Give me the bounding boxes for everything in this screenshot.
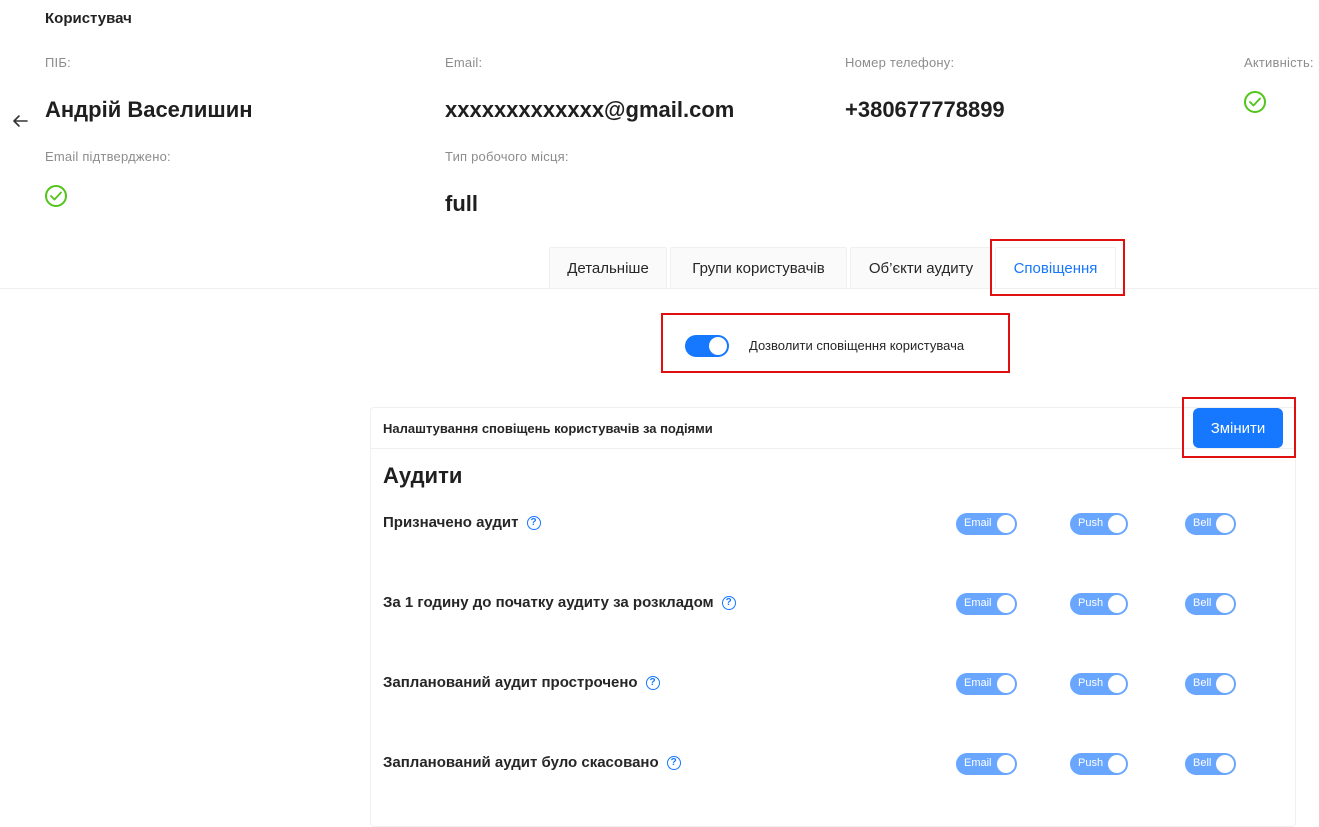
toggle-knob	[997, 595, 1015, 613]
bell-toggle[interactable]: Bell	[1185, 753, 1236, 775]
bell-toggle-label: Bell	[1193, 517, 1212, 529]
event-label-audit-overdue: Запланований аудит прострочено ?	[383, 674, 660, 691]
bell-toggle-label: Bell	[1193, 757, 1212, 769]
toggle-knob	[1108, 515, 1126, 533]
toggle-knob	[1216, 595, 1234, 613]
email-label: Email:	[445, 55, 483, 70]
event-label-text: Запланований аудит прострочено	[383, 674, 638, 691]
push-toggle-label: Push	[1078, 517, 1104, 529]
bell-toggle[interactable]: Bell	[1185, 513, 1236, 535]
workplace-label: Тип робочого місця:	[445, 149, 569, 164]
email-toggle-label: Email	[964, 757, 992, 769]
toggle-knob	[1108, 755, 1126, 773]
help-icon[interactable]: ?	[645, 675, 660, 690]
push-toggle[interactable]: Push	[1070, 513, 1128, 535]
event-label-audit-cancelled: Запланований аудит було скасовано ?	[383, 754, 681, 771]
toggle-knob	[1108, 595, 1126, 613]
user-phone: +380677778899	[845, 97, 1005, 122]
help-icon[interactable]: ?	[721, 595, 736, 610]
active-label: Активність:	[1244, 55, 1314, 70]
bell-toggle[interactable]: Bell	[1185, 673, 1236, 695]
page-title: Користувач	[45, 10, 132, 27]
email-toggle[interactable]: Email	[956, 593, 1017, 615]
bell-toggle[interactable]: Bell	[1185, 593, 1236, 615]
user-email: xxxxxxxxxxxxx@gmail.com	[445, 97, 735, 122]
card-title: Налаштування сповіщень користувачів за п…	[383, 421, 713, 436]
event-label-text: Призначено аудит	[383, 514, 519, 531]
push-toggle-label: Push	[1078, 757, 1104, 769]
toggle-knob	[997, 675, 1015, 693]
toggle-knob	[1216, 755, 1234, 773]
user-name: Андрій Васелишин	[45, 97, 253, 122]
toggle-knob	[1216, 675, 1234, 693]
tab-audit-objects[interactable]: Об’єкти аудиту	[850, 247, 992, 288]
email-toggle[interactable]: Email	[956, 513, 1017, 535]
push-toggle[interactable]: Push	[1070, 593, 1128, 615]
workplace-type: full	[445, 191, 478, 216]
help-icon[interactable]: ?	[526, 515, 541, 530]
edit-button-highlight	[1182, 397, 1296, 458]
email-toggle-label: Email	[964, 597, 992, 609]
event-label-text: За 1 годину до початку аудиту за розклад…	[383, 594, 714, 611]
tab-details[interactable]: Детальніше	[549, 247, 667, 288]
toggle-knob	[997, 755, 1015, 773]
active-check-icon	[1244, 91, 1266, 113]
notifications-tab-highlight	[990, 239, 1125, 296]
help-icon[interactable]: ?	[666, 755, 681, 770]
bell-toggle-label: Bell	[1193, 597, 1212, 609]
email-confirmed-check-icon	[45, 185, 67, 207]
email-toggle[interactable]: Email	[956, 673, 1017, 695]
back-arrow-icon[interactable]	[11, 112, 29, 130]
email-toggle-label: Email	[964, 677, 992, 689]
toggle-knob	[1108, 675, 1126, 693]
push-toggle-label: Push	[1078, 677, 1104, 689]
event-label-one-hour-before: За 1 годину до початку аудиту за розклад…	[383, 594, 736, 611]
email-toggle-label: Email	[964, 517, 992, 529]
push-toggle[interactable]: Push	[1070, 753, 1128, 775]
name-label: ПІБ:	[45, 55, 71, 70]
tab-user-groups[interactable]: Групи користувачів	[670, 247, 847, 288]
event-label-text: Запланований аудит було скасовано	[383, 754, 659, 771]
push-toggle[interactable]: Push	[1070, 673, 1128, 695]
toggle-knob	[997, 515, 1015, 533]
phone-label: Номер телефону:	[845, 55, 955, 70]
toggle-knob	[1216, 515, 1234, 533]
push-toggle-label: Push	[1078, 597, 1104, 609]
event-label-audit-assigned: Призначено аудит ?	[383, 514, 541, 531]
bell-toggle-label: Bell	[1193, 677, 1212, 689]
email-toggle[interactable]: Email	[956, 753, 1017, 775]
card-header-divider	[371, 448, 1295, 449]
section-title-audits: Аудити	[383, 463, 463, 488]
email-confirmed-label: Email підтверджено:	[45, 149, 171, 164]
toggle-highlight	[661, 313, 1010, 373]
